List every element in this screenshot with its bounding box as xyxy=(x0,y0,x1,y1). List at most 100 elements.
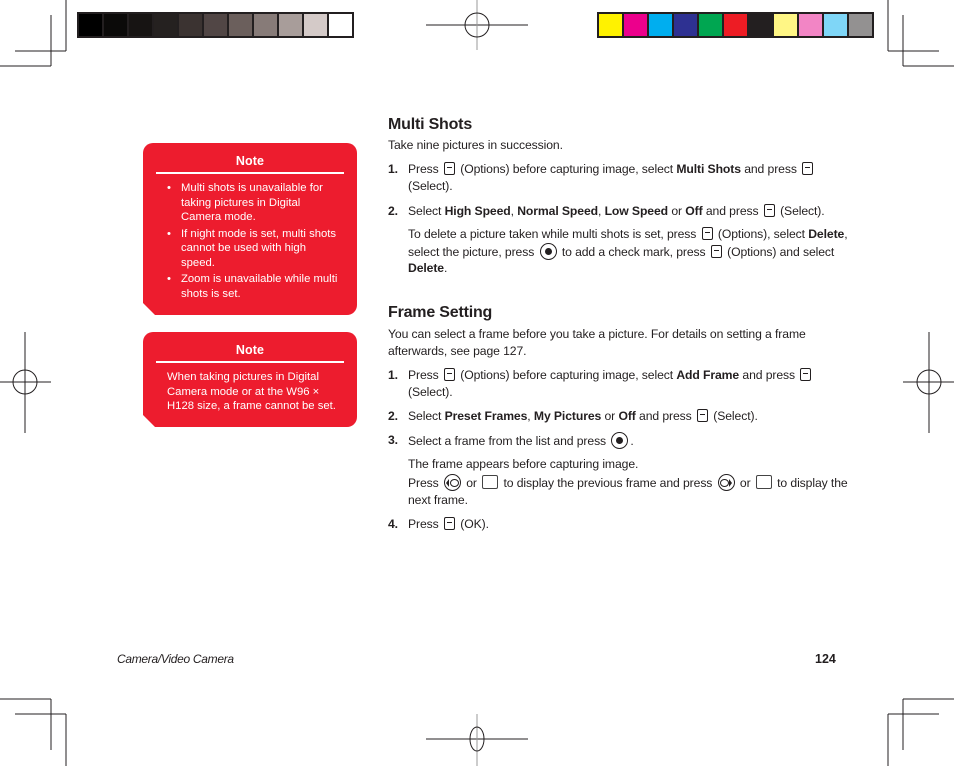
separator: , xyxy=(510,204,514,218)
delete-instructions: To delete a picture taken while multi sh… xyxy=(388,226,848,277)
section-heading: Multi Shots xyxy=(388,116,473,133)
multi-shots-section: Multi Shots Take nine pictures in succes… xyxy=(388,116,848,277)
step-text: Select xyxy=(408,204,442,218)
note-title: Note xyxy=(156,332,344,363)
center-key-icon xyxy=(539,242,557,260)
separator: , xyxy=(597,204,602,218)
color-swatch xyxy=(599,14,622,36)
step-3: 3. Select a frame from the list and pres… xyxy=(388,432,848,450)
text: to display the previous frame and press xyxy=(503,475,713,490)
text: The frame appears before capturing image… xyxy=(408,457,639,471)
note-title: Note xyxy=(156,143,344,174)
step-number: 1. xyxy=(388,162,398,176)
step-number: 4. xyxy=(388,516,398,531)
section-intro: Take nine pictures in succession. xyxy=(388,138,563,152)
registration-target-top xyxy=(426,0,528,50)
step-text: . xyxy=(630,434,634,448)
color-swatch xyxy=(304,14,327,36)
color-swatch xyxy=(699,14,722,36)
note-box-multi-shots: Note Multi shots is unavailable for taki… xyxy=(143,143,357,315)
color-swatch xyxy=(674,14,697,36)
step-number: 2. xyxy=(388,204,398,218)
step-text: Select a frame from the list and press xyxy=(408,434,607,448)
color-swatch xyxy=(774,14,797,36)
step-4: 4. Press (OK). xyxy=(388,516,848,533)
step-text: (Options) before capturing image, select xyxy=(460,368,674,382)
color-swatch xyxy=(204,14,227,36)
section-intro: You can select a frame before you take a… xyxy=(388,327,806,358)
note-text: When taking pictures in Digital Camera m… xyxy=(167,371,336,412)
step-number: 1. xyxy=(388,368,398,382)
step-text: (Select). xyxy=(780,204,825,218)
separator: , xyxy=(527,409,531,423)
text: (Options), select xyxy=(717,227,805,241)
color-swatch xyxy=(799,14,822,36)
color-swatch xyxy=(254,14,277,36)
note-item: Multi shots is unavailable for taking pi… xyxy=(167,181,341,225)
text: to add a check mark, press xyxy=(561,244,706,259)
color-swatch xyxy=(229,14,252,36)
color-swatch xyxy=(824,14,847,36)
menu-option: Low Speed xyxy=(604,204,669,218)
text: or xyxy=(466,475,477,490)
step-1: 1. Press (Options) before capturing imag… xyxy=(388,161,848,195)
center-key-icon xyxy=(611,432,629,449)
step-text: (OK). xyxy=(460,516,489,531)
color-swatch xyxy=(129,14,152,36)
step-1: 1. Press (Options) before capturing imag… xyxy=(388,367,848,401)
soft-key-icon xyxy=(701,227,713,240)
menu-option: My Pictures xyxy=(533,409,602,423)
step-2: 2. Select Preset Frames, My Pictures or … xyxy=(388,408,848,425)
step-text: and press xyxy=(705,204,759,218)
note-item: Zoom is unavailable while multi shots is… xyxy=(167,272,341,301)
color-swatch xyxy=(749,14,772,36)
color-swatch xyxy=(154,14,177,36)
soft-key-icon xyxy=(802,162,814,175)
menu-option: Delete xyxy=(408,261,444,275)
soft-key-icon xyxy=(443,516,455,530)
soft-key-icon xyxy=(696,409,708,422)
grayscale-color-bar xyxy=(77,12,354,38)
step-text: Press xyxy=(408,162,439,176)
menu-option: Add Frame xyxy=(676,368,740,382)
step-text: Select xyxy=(408,409,442,423)
hash-key-icon xyxy=(755,474,772,489)
step-text: and press xyxy=(744,162,797,176)
menu-option: Normal Speed xyxy=(517,204,598,218)
note-item: If night mode is set, multi shots cannot… xyxy=(167,227,341,271)
step-text: and press xyxy=(639,409,692,423)
step-text: (Select). xyxy=(408,179,453,193)
star-key-icon xyxy=(482,474,499,489)
step-number: 3. xyxy=(388,433,398,447)
step-text: or xyxy=(671,204,682,218)
step-number: 2. xyxy=(388,409,398,423)
soft-key-icon xyxy=(800,368,812,381)
menu-option: High Speed xyxy=(444,204,511,218)
text: . xyxy=(443,261,448,275)
color-swatch xyxy=(179,14,202,36)
menu-option: Off xyxy=(618,409,636,423)
step-text: Press xyxy=(408,368,439,382)
note-list: Multi shots is unavailable for taking pi… xyxy=(143,174,357,313)
text: (Options) and select xyxy=(727,244,835,259)
nav-left-key-icon xyxy=(443,473,461,491)
registration-target-left xyxy=(0,332,51,433)
registration-target-right xyxy=(903,332,954,433)
step-text: or xyxy=(604,409,616,423)
color-swatch xyxy=(279,14,302,36)
soft-key-icon xyxy=(763,204,775,217)
process-color-bar xyxy=(597,12,874,38)
step-text: (Select). xyxy=(408,385,453,399)
text: To delete a picture taken while multi sh… xyxy=(408,227,697,241)
color-swatch xyxy=(104,14,127,36)
step-text: and press xyxy=(742,368,796,382)
menu-option: Off xyxy=(685,204,703,218)
section-heading: Frame Setting xyxy=(388,304,493,321)
color-swatch xyxy=(79,14,102,36)
soft-key-icon xyxy=(443,162,455,175)
nav-right-key-icon xyxy=(717,473,735,491)
frame-setting-section: Frame Setting You can select a frame bef… xyxy=(388,304,848,533)
text: or xyxy=(739,475,751,490)
soft-key-icon xyxy=(443,368,455,381)
menu-option: Delete xyxy=(808,227,845,241)
